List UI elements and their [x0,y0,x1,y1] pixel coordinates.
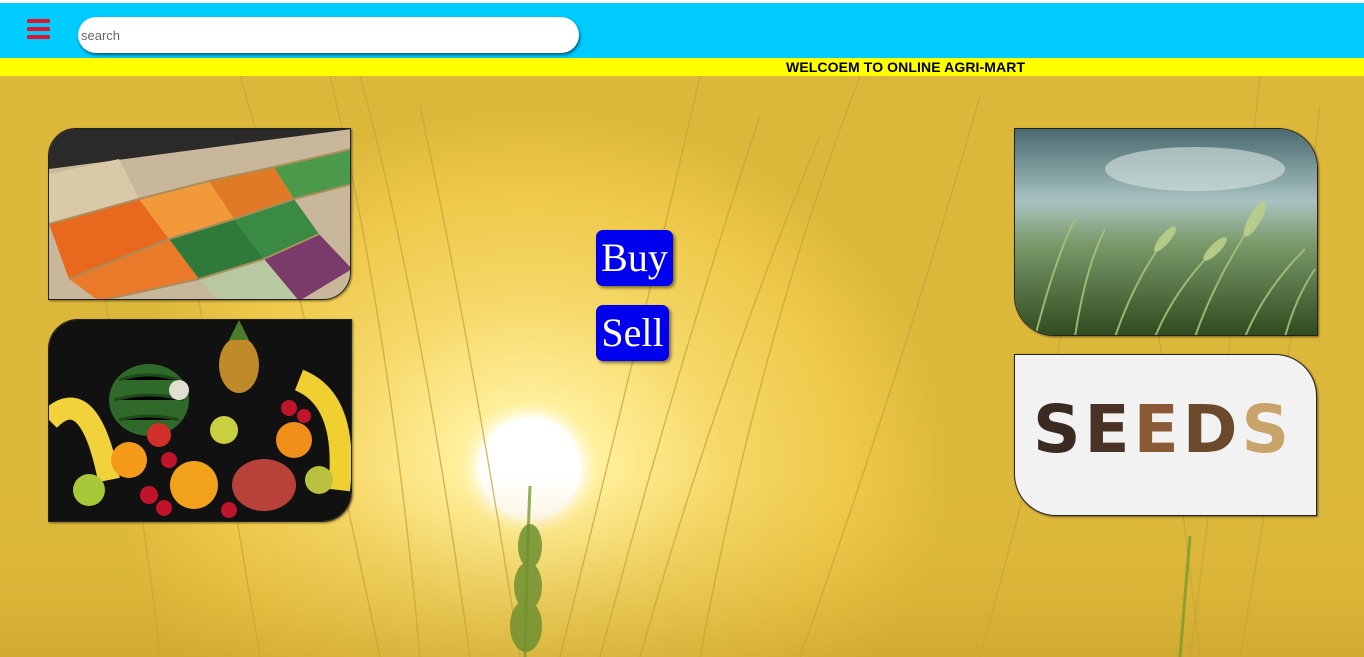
hamburger-menu-icon[interactable] [27,17,50,43]
menu-bar [27,35,50,39]
hero-background: Buy Sell SEEDS [0,76,1364,657]
welcome-marquee: WELCOEM TO ONLINE AGRI-MART [0,58,1364,76]
mixed-fruit-photo [49,320,351,521]
vegetable-crates-photo [49,129,350,299]
menu-bar [27,27,50,31]
seeds-lettering: SEEDS [1033,391,1294,468]
seeds-image[interactable]: SEEDS [1014,354,1317,516]
menu-bar [27,19,50,23]
wheat-field-image[interactable] [1014,128,1318,336]
search-input[interactable] [78,17,579,53]
fruit-pile-image[interactable] [48,319,352,522]
welcome-text: WELCOEM TO ONLINE AGRI-MART [786,59,1026,75]
wheat-field-photo [1015,129,1317,335]
vegetable-market-image[interactable] [48,128,351,300]
top-bar [0,3,1364,58]
buy-button[interactable]: Buy [596,230,673,286]
sell-button[interactable]: Sell [596,305,669,361]
